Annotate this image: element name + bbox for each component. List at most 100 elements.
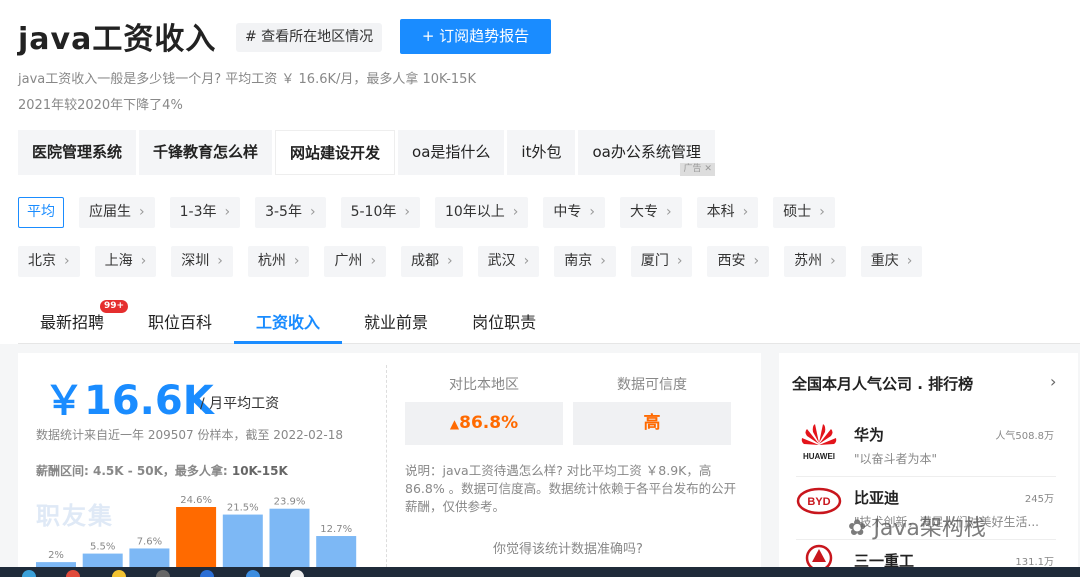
city-chip[interactable]: 杭州 › <box>247 246 310 277</box>
filter-chip[interactable]: 1-3年 › <box>169 197 241 228</box>
keyword-link[interactable]: 网站建设开发 <box>275 130 396 175</box>
chevron-right-icon: › <box>676 253 683 269</box>
distribution-bar <box>176 507 217 567</box>
keyword-link[interactable]: oa办公系统管理 广告 ✕ <box>578 130 715 176</box>
filter-chip[interactable]: 3-5年 › <box>255 197 326 228</box>
keyword-link[interactable]: it外包 <box>507 130 576 175</box>
salary-description: java工资收入一般是多少钱一个月? 平均工资 ￥ 16.6K/月，最多人拿 1… <box>18 72 476 87</box>
city-chip[interactable]: 武汉 › <box>477 246 540 277</box>
filter-label: 大专 <box>630 204 659 220</box>
company-name: 华为 <box>854 426 885 444</box>
tab-latest-jobs[interactable]: 最新招聘 99+ <box>18 300 129 344</box>
chevron-right-icon: › <box>600 253 606 269</box>
count-badge: 99+ <box>100 300 129 313</box>
tab-duties[interactable]: 岗位职责 <box>450 303 558 344</box>
keyword-label: oa办公系统管理 <box>592 143 701 161</box>
filter-label: 3-5年 <box>265 204 302 220</box>
taskbar-app-icon[interactable] <box>156 570 170 577</box>
city-label: 厦门 <box>640 253 669 269</box>
city-label: 广州 <box>334 253 363 269</box>
tab-prospects[interactable]: 就业前景 <box>342 303 450 344</box>
taskbar-app-icon[interactable] <box>66 570 80 577</box>
filter-label: 10年以上 <box>444 204 505 220</box>
chevron-right-icon: › <box>224 204 231 220</box>
chevron-right-icon[interactable]: › <box>1050 372 1056 391</box>
city-chip[interactable]: 西安 › <box>707 246 770 277</box>
city-chip[interactable]: 深圳 › <box>171 246 233 277</box>
ad-tag[interactable]: 广告 ✕ <box>680 163 715 176</box>
filter-chip[interactable]: 应届生 › <box>79 197 155 228</box>
bar-value-label: 24.6% <box>180 495 212 506</box>
wechat-icon: ✿ <box>848 516 867 541</box>
keyword-link[interactable]: oa是指什么 <box>398 130 505 175</box>
chevron-right-icon: › <box>370 253 377 269</box>
divider <box>796 476 1056 477</box>
chevron-right-icon: › <box>589 204 596 220</box>
city-chip[interactable]: 厦门 › <box>630 246 693 277</box>
bar-value-label: 2% <box>48 550 64 561</box>
view-region-button[interactable]: # 查看所在地区情况 <box>236 23 383 52</box>
chevron-right-icon: › <box>742 204 749 220</box>
distribution-bar <box>316 536 357 567</box>
wechat-watermark: ✿ Java架构栈 <box>848 510 986 542</box>
filter-average[interactable]: 平均 <box>18 197 64 228</box>
filter-chip[interactable]: 10年以上 › <box>434 197 529 228</box>
city-label: 成都 <box>411 253 440 269</box>
city-chip[interactable]: 上海 › <box>94 246 157 277</box>
tab-salary[interactable]: 工资收入 <box>234 303 343 344</box>
chevron-right-icon: › <box>666 204 672 220</box>
ranking-title: 全国本月人气公司 . 排行榜 <box>792 375 974 393</box>
chevron-right-icon: › <box>293 253 300 269</box>
bar-value-label: 12.7% <box>320 524 352 535</box>
taskbar-app-icon[interactable] <box>200 570 214 577</box>
filter-chip[interactable]: 大专 › <box>620 197 682 228</box>
filter-label: 5-10年 <box>350 204 397 220</box>
taskbar-app-icon[interactable] <box>112 570 126 577</box>
byd-logo: BYD <box>796 481 842 527</box>
city-label: 苏州 <box>794 253 823 269</box>
keyword-link[interactable]: 医院管理系统 <box>18 130 137 175</box>
subscribe-report-button[interactable]: + 订阅趋势报告 <box>400 19 551 54</box>
city-chip[interactable]: 广州 › <box>324 246 387 277</box>
range-prefix: 薪酬区间: 4.5K - 50K，最多人拿: <box>36 464 228 478</box>
accuracy-question: 你觉得该统计数据准确吗? <box>493 542 643 557</box>
city-chip[interactable]: 南京 › <box>554 246 616 277</box>
yearly-change-text: 2021年较2020年下降了4% <box>18 98 183 113</box>
filter-label: 本科 <box>706 204 735 220</box>
salary-range: 薪酬区间: 4.5K - 50K，最多人拿: 10K-15K <box>36 462 288 479</box>
filter-chip[interactable]: 中专 › <box>543 197 606 228</box>
tab-job-wiki[interactable]: 职位百科 <box>126 303 234 344</box>
watermark-text: Java架构栈 <box>873 516 986 541</box>
section-tabs: 最新招聘 99+ 职位百科 工资收入 就业前景 岗位职责 <box>18 300 1080 344</box>
distribution-bar <box>269 508 310 567</box>
city-label: 上海 <box>104 253 133 269</box>
company-slogan: "以奋斗者为本" <box>854 452 938 466</box>
sponsored-keywords: 医院管理系统 千锋教育怎么样 网站建设开发 oa是指什么 it外包 oa办公系统… <box>18 130 715 176</box>
chevron-right-icon: › <box>512 204 519 220</box>
filter-chip[interactable]: 5-10年 › <box>340 197 420 228</box>
chevron-right-icon: › <box>830 253 836 269</box>
filter-chip[interactable]: 本科 › <box>696 197 759 228</box>
city-label: 南京 <box>564 253 593 269</box>
ad-label: 广告 <box>683 164 702 174</box>
city-chip[interactable]: 成都 › <box>401 246 463 277</box>
taskbar-app-icon[interactable] <box>246 570 260 577</box>
filter-label: 1-3年 <box>179 204 217 220</box>
keyword-link[interactable]: 千锋教育怎么样 <box>139 130 273 175</box>
filter-chip[interactable]: 硕士 › <box>773 197 835 228</box>
city-chip[interactable]: 苏州 › <box>784 246 846 277</box>
city-label: 西安 <box>717 253 746 269</box>
salary-unit: / 月平均工资 <box>200 396 280 412</box>
taskbar-app-icon[interactable] <box>290 570 304 577</box>
trust-label: 数据可信度 <box>617 377 687 393</box>
chevron-right-icon: › <box>447 253 453 269</box>
chevron-right-icon: › <box>140 253 147 269</box>
bar-value-label: 7.6% <box>137 536 162 547</box>
taskbar-app-icon[interactable] <box>22 570 36 577</box>
logo-text: HUAWEI <box>803 452 835 461</box>
bar-value-label: 21.5% <box>227 503 259 514</box>
divider <box>386 365 387 577</box>
city-chip[interactable]: 重庆 › <box>860 246 923 277</box>
local-compare-value: ▲86.8% <box>405 402 563 445</box>
city-chip[interactable]: 北京 › <box>18 246 80 277</box>
